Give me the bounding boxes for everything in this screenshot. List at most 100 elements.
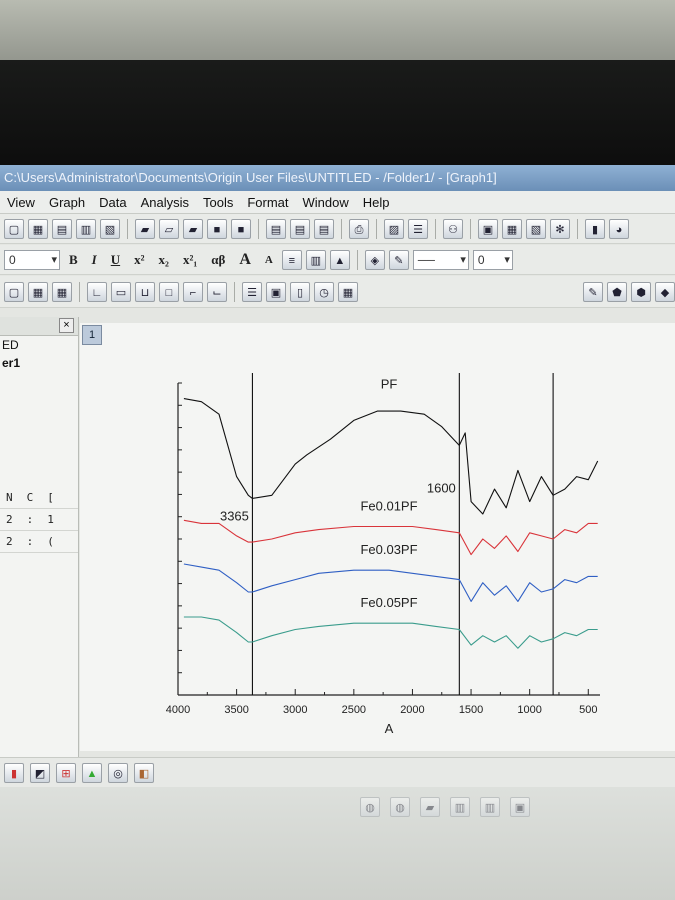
line-width-select[interactable]: 0 bbox=[472, 249, 513, 270]
zoom-tool-icon[interactable]: ⬟ bbox=[607, 281, 627, 302]
axis-step-icon[interactable]: ⌐ bbox=[183, 281, 203, 302]
polar-chart-icon[interactable]: ◎ bbox=[108, 762, 128, 783]
layout-toolbar: ▢ ▦ ▦ ∟ ▭ ⊔ □ ⌐ ⌙ ☰ ▣ ▯ ◷ ▦ ✎ ⬟ ⬢ ◆ bbox=[0, 276, 675, 308]
graph-window[interactable]: 4000 3500 3000 2500 2000 1500 1000 500 A PF Fe0.0… bbox=[80, 323, 675, 751]
font-size-select[interactable]: 0 bbox=[4, 249, 60, 270]
series-label-1: Fe0.01PF bbox=[360, 498, 417, 513]
font-color-icon[interactable]: ▲ bbox=[329, 249, 350, 270]
increase-font-button[interactable]: A bbox=[234, 251, 256, 269]
script-window-icon[interactable]: ▧ bbox=[526, 218, 546, 239]
decrease-font-button[interactable]: A bbox=[260, 254, 278, 266]
import-ascii-icon[interactable]: ▤ bbox=[290, 218, 310, 239]
pattern-icon[interactable]: ▥ bbox=[305, 249, 326, 270]
new-worksheet-icon[interactable]: ▦ bbox=[28, 218, 48, 239]
grid-cell: : bbox=[26, 535, 34, 548]
menu-data[interactable]: Data bbox=[92, 195, 133, 210]
menu-format[interactable]: Format bbox=[240, 195, 295, 210]
refresh-icon[interactable]: ☰ bbox=[408, 218, 428, 239]
legend-icon[interactable]: ☰ bbox=[242, 281, 262, 302]
layer-tab-1[interactable]: 1 bbox=[82, 325, 102, 345]
x-tick-label: 1500 bbox=[459, 704, 483, 716]
superscript-button[interactable]: x² bbox=[129, 252, 149, 268]
line-width-value: 0 bbox=[477, 252, 485, 267]
import-multiple-icon[interactable]: ▤ bbox=[314, 218, 334, 239]
bar-chart-icon[interactable]: ▮ bbox=[4, 762, 24, 783]
code-builder-icon[interactable]: ▨ bbox=[384, 218, 404, 239]
export-icon: ▣ bbox=[510, 797, 530, 817]
timestamp-clock-icon[interactable]: ◷ bbox=[314, 281, 334, 302]
line-color-icon[interactable]: ✎ bbox=[388, 249, 409, 270]
fill-color-icon[interactable]: ◈ bbox=[364, 249, 385, 270]
open-excel-icon[interactable]: ▰ bbox=[183, 218, 203, 239]
x-tick-label: 3500 bbox=[224, 704, 248, 716]
line-style-select[interactable]: ── bbox=[412, 249, 469, 270]
axis-square-icon[interactable]: □ bbox=[159, 281, 179, 302]
mask-icon: ◍ bbox=[360, 797, 380, 817]
merge-layer-icon[interactable]: ▦ bbox=[28, 281, 48, 302]
greek-button[interactable]: αβ bbox=[206, 252, 230, 268]
table-icon[interactable]: ▦ bbox=[338, 281, 358, 302]
save-template-icon[interactable]: ■ bbox=[231, 218, 251, 239]
italic-button[interactable]: I bbox=[87, 252, 102, 268]
open-folder-icon[interactable]: ▰ bbox=[135, 218, 155, 239]
ftir-chart: 4000 3500 3000 2500 2000 1500 1000 500 A PF Fe0.0… bbox=[166, 373, 600, 736]
project-explorer-icon[interactable]: ⚇ bbox=[443, 218, 463, 239]
settings-gear-icon[interactable]: ✻ bbox=[550, 218, 570, 239]
new-matrix-icon[interactable]: ▥ bbox=[76, 218, 96, 239]
axis-u-icon[interactable]: ⊔ bbox=[135, 281, 155, 302]
align-left-icon[interactable]: ≡ bbox=[281, 249, 302, 270]
menu-graph[interactable]: Graph bbox=[42, 195, 92, 210]
axis-red-icon[interactable]: ⌙ bbox=[207, 281, 227, 302]
save-project-icon[interactable]: ■ bbox=[207, 218, 227, 239]
toolbar-separator bbox=[258, 218, 259, 239]
menu-help[interactable]: Help bbox=[356, 195, 397, 210]
new-function-icon[interactable]: ▧ bbox=[100, 218, 120, 239]
grid-header-cell: C bbox=[26, 491, 34, 504]
close-icon[interactable]: × bbox=[59, 318, 74, 333]
data-table-icon[interactable]: ▯ bbox=[290, 281, 310, 302]
menu-bar: View Graph Data Analysis Tools Format Wi… bbox=[0, 191, 675, 214]
menu-window[interactable]: Window bbox=[296, 195, 356, 210]
fit-icon: ▰ bbox=[420, 797, 440, 817]
results-log-icon[interactable]: ▣ bbox=[478, 218, 498, 239]
screen-reader-icon[interactable]: ⬢ bbox=[631, 281, 651, 302]
open-template-icon[interactable]: ▱ bbox=[159, 218, 179, 239]
supsub-button[interactable]: x²₁ bbox=[178, 252, 202, 268]
menu-view[interactable]: View bbox=[0, 195, 42, 210]
axis-box-icon[interactable]: ▭ bbox=[111, 281, 131, 302]
new-project-icon[interactable]: ▢ bbox=[4, 218, 24, 239]
layer-icon[interactable]: ▢ bbox=[4, 281, 24, 302]
underline-button[interactable]: U bbox=[106, 252, 125, 268]
bar-icon[interactable]: ▮ bbox=[585, 218, 605, 239]
new-graph-icon[interactable]: ▤ bbox=[52, 218, 72, 239]
bold-button[interactable]: B bbox=[64, 252, 83, 268]
data-reader-icon[interactable]: ◆ bbox=[655, 281, 675, 302]
font-size-value: 0 bbox=[9, 252, 16, 267]
toolbar-separator bbox=[577, 218, 578, 239]
menu-analysis[interactable]: Analysis bbox=[134, 195, 196, 210]
peak-annotation-1: 1600 bbox=[427, 480, 456, 495]
series-line-0 bbox=[183, 398, 599, 515]
chart-labels: PF Fe0.01PF Fe0.03PF Fe0.05PF 3365 1600 bbox=[220, 377, 456, 610]
command-window-icon[interactable]: ▦ bbox=[502, 218, 522, 239]
table-row[interactable]: 2 : 1 bbox=[0, 509, 78, 531]
print-icon[interactable]: ⎙ bbox=[349, 218, 369, 239]
folder-item[interactable]: ED bbox=[0, 336, 78, 354]
grid-cell: 2 bbox=[6, 513, 13, 526]
box-chart-icon[interactable]: ⊞ bbox=[56, 762, 76, 783]
menu-tools[interactable]: Tools bbox=[196, 195, 240, 210]
area-chart-icon[interactable]: ▲ bbox=[82, 762, 102, 783]
line-chart-icon[interactable]: ◩ bbox=[30, 762, 50, 783]
template-library-icon[interactable]: ◧ bbox=[134, 762, 154, 783]
layer-contents-icon[interactable]: ▣ bbox=[266, 281, 286, 302]
arrange-layer-icon[interactable]: ▦ bbox=[52, 281, 72, 302]
table-row[interactable]: 2 : ( bbox=[0, 531, 78, 553]
import-data-icon[interactable]: ▤ bbox=[266, 218, 286, 239]
graph-item[interactable]: er1 bbox=[0, 354, 78, 372]
pointer-tool-icon[interactable]: ✎ bbox=[583, 281, 603, 302]
toolbar-separator bbox=[234, 281, 235, 302]
axis-l-icon[interactable]: ∟ bbox=[87, 281, 107, 302]
grid-cell: 1 bbox=[47, 513, 54, 526]
subscript-button[interactable]: x₂ bbox=[154, 252, 174, 268]
color-wheel-icon[interactable]: ◕ bbox=[609, 218, 629, 239]
